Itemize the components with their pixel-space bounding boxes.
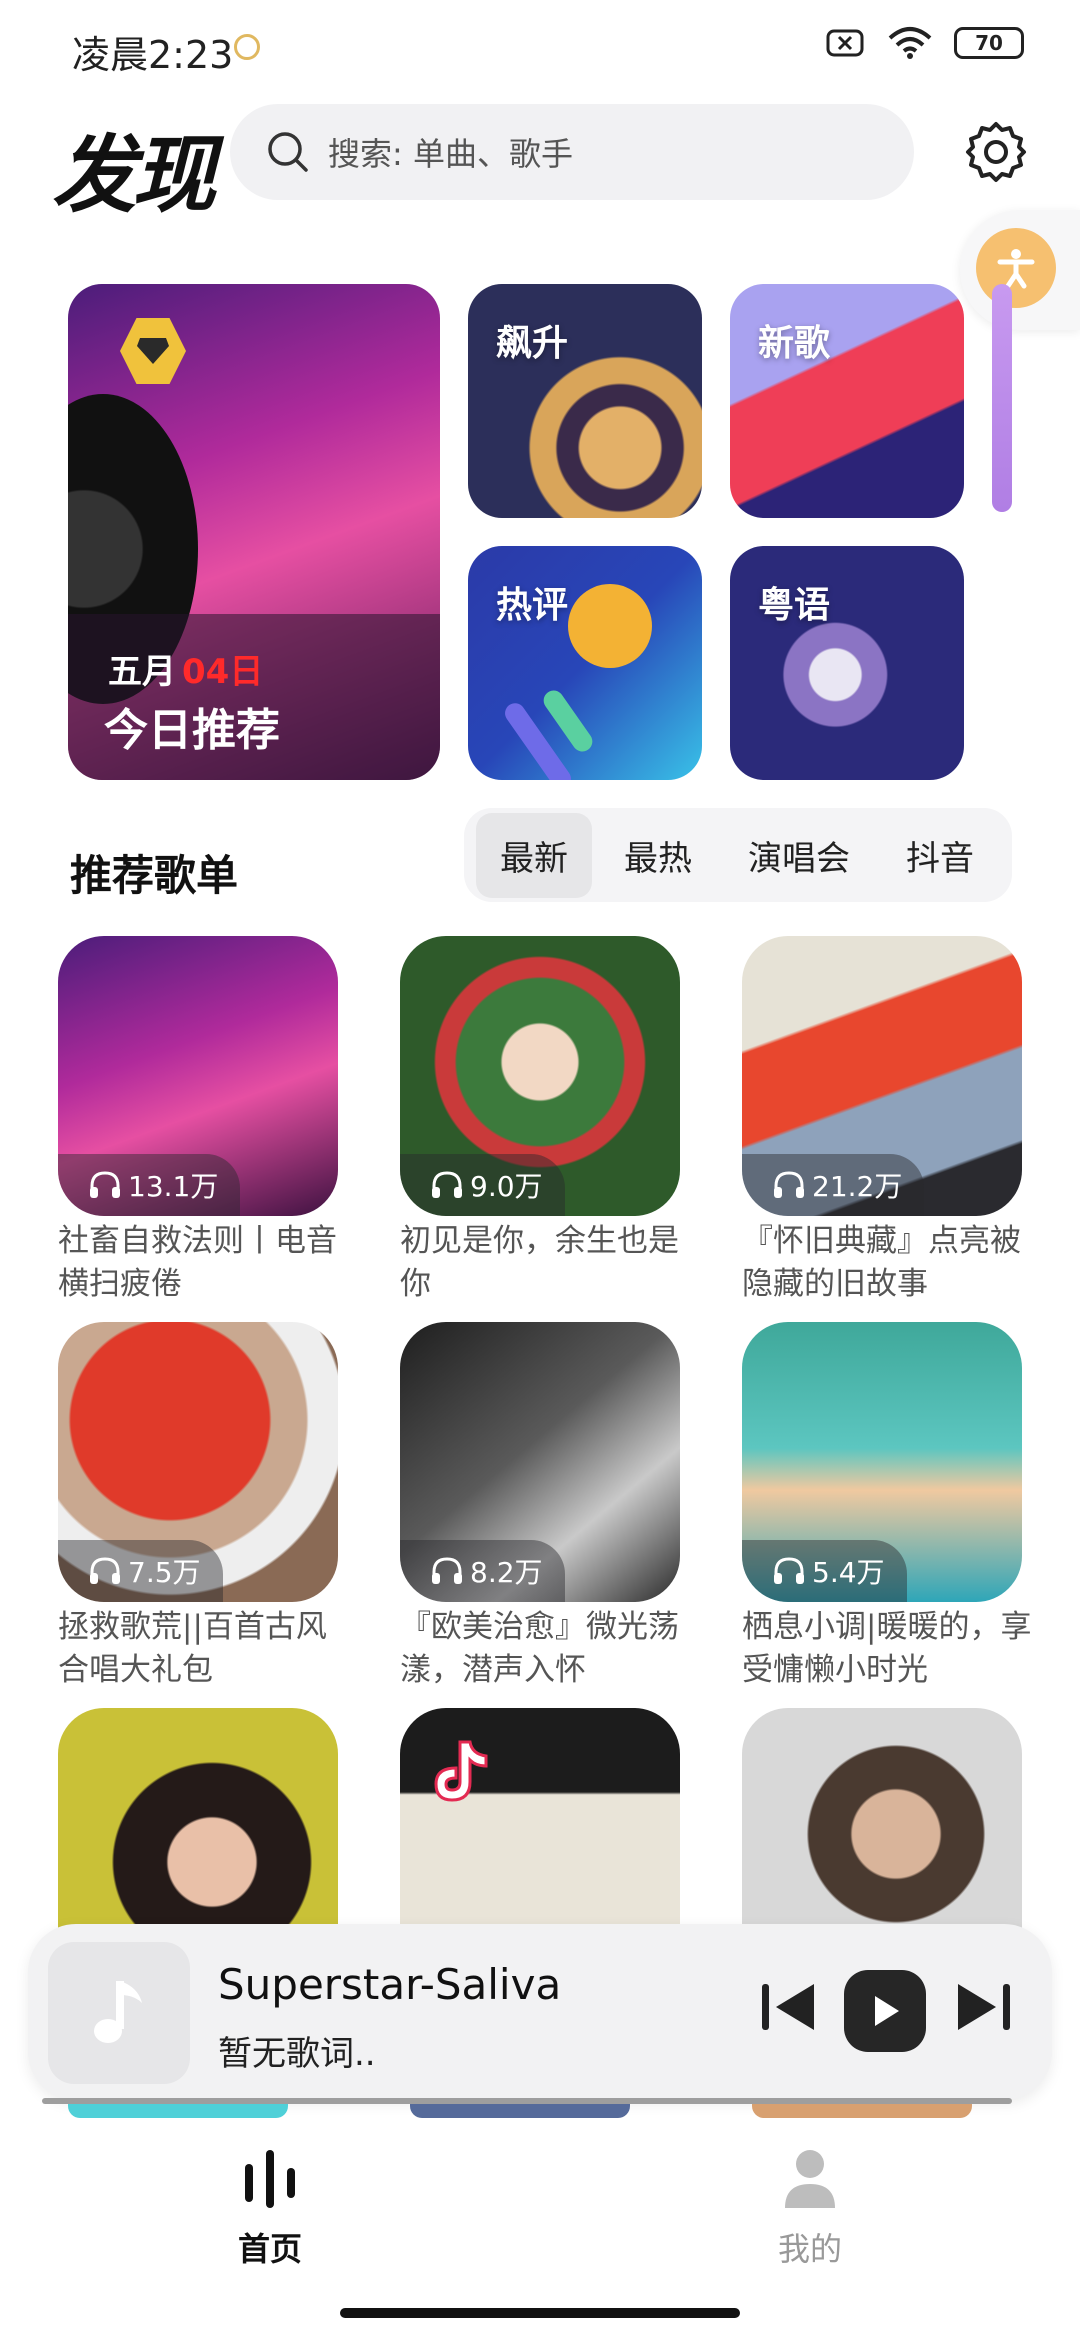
next-tile-peek[interactable] (992, 284, 1012, 512)
playlist-cover: 7.5万 (58, 1322, 338, 1602)
tile-label: 新歌 (758, 323, 831, 364)
playlist-cover: 21.2万 (742, 936, 1022, 1216)
play-count: 7.5万 (128, 1556, 201, 1589)
status-time: 凌晨2:23 (72, 33, 234, 77)
playlist-cover: 8.2万 (400, 1322, 680, 1602)
playlist-title: 『怀旧典藏』点亮被隐藏的旧故事 (742, 1223, 1021, 1302)
sim-off-icon (826, 29, 864, 57)
section-title: 推荐歌单 (70, 851, 239, 900)
playlist-title: 拯救歌荒||百首古风合唱大礼包 (58, 1609, 327, 1688)
nav-label-mine: 我的 (777, 2230, 842, 2268)
play-icon (875, 1996, 899, 2026)
page-title: 发现 (52, 126, 216, 224)
play-count-badge: 13.1万 (58, 1154, 241, 1216)
play-count-badge: 7.5万 (58, 1540, 223, 1602)
headphones-icon (90, 1557, 120, 1584)
search-bar[interactable]: 搜索: 单曲、歌手 (230, 104, 914, 200)
playlist-title: 社畜自救法则丨电音横扫疲倦 (58, 1223, 337, 1302)
playlist-title: 初见是你，余生也是你 (400, 1223, 679, 1302)
playlist-title: 『欧美治愈』微光荡漾，潜声入怀 (400, 1609, 679, 1688)
playlist-card[interactable]: 21.2万 『怀旧典藏』点亮被隐藏的旧故事 (742, 936, 1022, 1306)
play-count: 8.2万 (470, 1556, 543, 1589)
nav-label-home: 首页 (237, 2230, 302, 2268)
tile-label: 飙升 (496, 323, 569, 364)
music-note-icon (94, 1981, 142, 2043)
home-waveform-icon (245, 2150, 295, 2208)
alarm-icon (234, 34, 260, 60)
douyin-logo-icon (434, 1740, 488, 1802)
status-bar: 凌晨2:23 70 (0, 0, 1080, 96)
tab-hottest[interactable]: 最热 (600, 813, 716, 898)
profile-icon (785, 2150, 835, 2208)
tile-hot-comments[interactable]: 热评 (468, 546, 702, 780)
play-count-badge: 9.0万 (400, 1154, 565, 1216)
playlist-title: 栖息小调|暖暖的，享受慵懒小时光 (742, 1609, 1032, 1688)
wifi-icon (888, 27, 932, 59)
playlist-tabs: 最新 最热 演唱会 抖音 (464, 808, 1012, 902)
daily-recommend-card[interactable]: 五月 04日 今日推荐 (68, 284, 440, 780)
status-icons: 70 (826, 26, 1024, 60)
next-button[interactable] (950, 1974, 1016, 2040)
headphones-icon (774, 1557, 804, 1584)
player-song-title: Superstar-Saliva (218, 1960, 562, 2009)
daily-date: 五月 04日 (108, 644, 263, 693)
settings-gear-icon[interactable] (962, 118, 1030, 186)
nav-item-mine[interactable]: 我的 (710, 2144, 910, 2270)
tile-label: 热评 (496, 585, 569, 626)
player-cover (48, 1942, 190, 2084)
playlist-cover: 9.0万 (400, 936, 680, 1216)
tab-douyin[interactable]: 抖音 (882, 813, 998, 898)
play-count: 9.0万 (470, 1170, 543, 1203)
bottom-nav: 首页 我的 (0, 2120, 1080, 2340)
tile-cantonese[interactable]: 粤语 (730, 546, 964, 780)
tab-latest[interactable]: 最新 (476, 812, 592, 898)
playlist-card[interactable]: 7.5万 拯救歌荒||百首古风合唱大礼包 (58, 1322, 338, 1692)
search-icon (268, 132, 308, 172)
nav-item-home[interactable]: 首页 (170, 2144, 370, 2270)
tile-rising-chart[interactable]: 飙升 (468, 284, 702, 518)
accessibility-float-button[interactable] (960, 210, 1080, 330)
play-count: 5.4万 (812, 1556, 885, 1589)
play-count-badge: 8.2万 (400, 1540, 565, 1602)
player-lyric: 暂无歌词.. (218, 2034, 376, 2074)
playlist-cover: 13.1万 (58, 936, 338, 1216)
skip-next-icon (958, 1984, 1010, 2030)
home-indicator (340, 2308, 740, 2318)
daily-title: 今日推荐 (104, 705, 280, 756)
diamond-badge-icon (120, 318, 186, 384)
playlist-card[interactable]: 8.2万 『欧美治愈』微光荡漾，潜声入怀 (400, 1322, 680, 1692)
daily-month: 五月 (108, 652, 176, 692)
previous-button[interactable] (756, 1974, 822, 2040)
battery-indicator: 70 (954, 27, 1024, 59)
tab-concert[interactable]: 演唱会 (724, 813, 874, 898)
play-button[interactable] (844, 1970, 926, 2052)
search-placeholder: 搜索: 单曲、歌手 (328, 135, 573, 173)
play-count: 13.1万 (128, 1170, 219, 1203)
tile-new-songs[interactable]: 新歌 (730, 284, 964, 518)
play-count-badge: 5.4万 (742, 1540, 907, 1602)
headphones-icon (432, 1557, 462, 1584)
play-count: 21.2万 (812, 1170, 903, 1203)
playlist-card[interactable]: 9.0万 初见是你，余生也是你 (400, 936, 680, 1306)
headphones-icon (774, 1171, 804, 1198)
mini-player[interactable]: Superstar-Saliva 暂无歌词.. (28, 1924, 1052, 2100)
playlist-card[interactable]: 13.1万 社畜自救法则丨电音横扫疲倦 (58, 936, 338, 1306)
skip-previous-icon (762, 1984, 814, 2030)
headphones-icon (432, 1171, 462, 1198)
headphones-icon (90, 1171, 120, 1198)
daily-day: 04日 (182, 652, 264, 692)
play-count-badge: 21.2万 (742, 1154, 925, 1216)
tile-label: 粤语 (758, 585, 831, 626)
playlist-cover: 5.4万 (742, 1322, 1022, 1602)
accessibility-icon (976, 228, 1056, 308)
playlist-card[interactable]: 5.4万 栖息小调|暖暖的，享受慵懒小时光 (742, 1322, 1031, 1692)
